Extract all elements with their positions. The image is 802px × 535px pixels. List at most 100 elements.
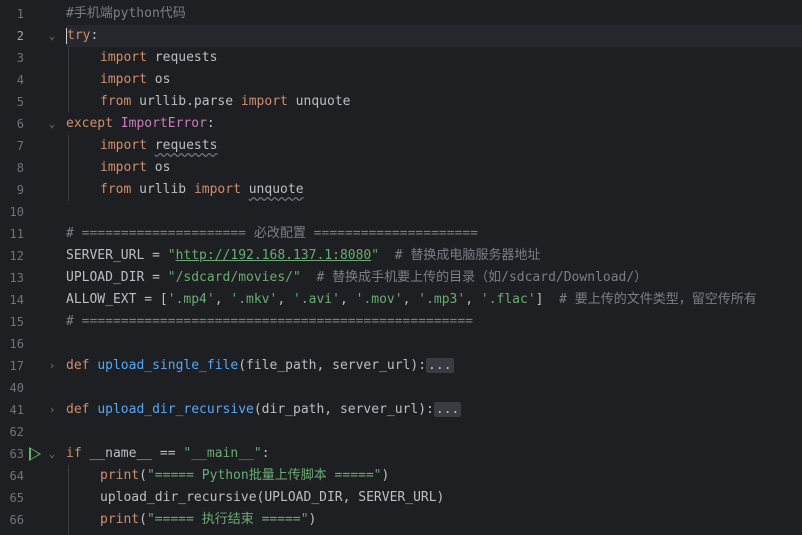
string: '.mp3' bbox=[418, 292, 466, 307]
line-number[interactable]: 12 bbox=[0, 245, 24, 267]
gutter-row: 40 bbox=[0, 377, 66, 399]
line-number[interactable]: 4 bbox=[0, 69, 24, 91]
code-line-9[interactable]: from urllib import unquote bbox=[100, 179, 304, 201]
line-number[interactable]: 14 bbox=[0, 289, 24, 311]
module-name: requests bbox=[146, 50, 218, 65]
gutter-row: 11 bbox=[0, 223, 66, 245]
gutter-row: 17 › bbox=[0, 355, 66, 377]
keyword: try bbox=[67, 28, 91, 43]
line-number[interactable]: 10 bbox=[0, 201, 24, 223]
line-number[interactable]: 1 bbox=[0, 3, 24, 25]
code-line-11[interactable]: # ===================== 必改配置 ===========… bbox=[66, 223, 478, 245]
line-number[interactable]: 7 bbox=[0, 135, 24, 157]
code-line-14[interactable]: ALLOW_EXT = ['.mp4', '.mkv', '.avi', '.m… bbox=[66, 289, 757, 311]
chevron-right-icon[interactable]: › bbox=[46, 355, 58, 377]
function-name: upload_single_file bbox=[97, 358, 239, 373]
line-number[interactable]: 8 bbox=[0, 157, 24, 179]
string: '.mp4' bbox=[167, 292, 215, 307]
gutter-row: 1 bbox=[0, 3, 66, 25]
chevron-down-icon[interactable]: ⌄ bbox=[46, 113, 58, 135]
code-line-12[interactable]: SERVER_URL = "http://192.168.137.1:8080"… bbox=[66, 245, 540, 267]
code-line-13[interactable]: UPLOAD_DIR = "/sdcard/movies/" # 替换成手机要上… bbox=[66, 267, 647, 289]
comment: #手机端python代码 bbox=[66, 6, 186, 21]
code-line-17[interactable]: def upload_single_file(file_path, server… bbox=[66, 355, 454, 377]
code-line-15[interactable]: # ======================================… bbox=[66, 311, 473, 333]
string: '.avi' bbox=[293, 292, 340, 307]
keyword: except bbox=[66, 116, 113, 131]
code-line-3[interactable]: import requests bbox=[100, 47, 217, 69]
line-number[interactable]: 16 bbox=[0, 333, 24, 355]
gutter-row: 64 bbox=[0, 465, 66, 487]
keyword: import bbox=[240, 94, 288, 109]
separator: , bbox=[339, 292, 356, 307]
code-line-1[interactable]: #手机端python代码 bbox=[66, 3, 186, 25]
line-number[interactable]: 62 bbox=[0, 421, 24, 443]
chevron-down-icon[interactable]: ⌄ bbox=[46, 443, 58, 465]
run-triangle-icon[interactable] bbox=[29, 447, 41, 461]
string: "===== 执行结束 =====" bbox=[146, 512, 309, 527]
chevron-right-icon[interactable]: › bbox=[46, 399, 58, 421]
code-line-41[interactable]: def upload_dir_recursive(dir_path, serve… bbox=[66, 399, 462, 421]
code-line-8[interactable]: import os bbox=[100, 157, 170, 179]
line-number[interactable]: 6 bbox=[0, 113, 24, 135]
comment: # 替换成手机要上传的目录（如/sdcard/Download/） bbox=[300, 270, 648, 285]
code-line-4[interactable]: import os bbox=[100, 69, 170, 91]
gutter-row: 62 bbox=[0, 421, 66, 443]
gutter: 1 2 ⌄ 3 4 5 6 ⌄ 7 8 9 10 11 12 13 14 15 16 17 › 40 41 › 62 63 ⌄ 64… bbox=[0, 0, 66, 535]
comment: # ===================== 必改配置 ===========… bbox=[66, 226, 479, 241]
chevron-down-icon[interactable]: ⌄ bbox=[46, 25, 58, 47]
gutter-row: 3 bbox=[0, 47, 66, 69]
function-args: (dir_path, server_url): bbox=[253, 402, 434, 417]
keyword: import bbox=[100, 50, 147, 65]
folded-code-placeholder[interactable]: ... bbox=[426, 358, 454, 373]
gutter-row: 7 bbox=[0, 135, 66, 157]
string: "/sdcard/movies/" bbox=[167, 270, 301, 285]
code-line-7[interactable]: import requests bbox=[100, 135, 217, 157]
gutter-row: 15 bbox=[0, 311, 66, 333]
code-line-63[interactable]: if __name__ == "__main__": bbox=[66, 443, 270, 465]
comment: # 要上传的文件类型，留空传所有 bbox=[543, 292, 757, 307]
module-name: urllib bbox=[131, 182, 194, 197]
line-number[interactable]: 9 bbox=[0, 179, 24, 201]
line-number[interactable]: 11 bbox=[0, 223, 24, 245]
line-number[interactable]: 41 bbox=[0, 399, 24, 421]
line-number[interactable]: 13 bbox=[0, 267, 24, 289]
separator: , bbox=[214, 292, 231, 307]
function-call: upload_dir_recursive(UPLOAD_DIR, SERVER_… bbox=[100, 490, 445, 505]
code-line-6[interactable]: except ImportError: bbox=[66, 113, 215, 135]
code-line-65[interactable]: upload_dir_recursive(UPLOAD_DIR, SERVER_… bbox=[100, 487, 444, 509]
line-number[interactable]: 63 bbox=[0, 443, 24, 465]
code-editor[interactable]: 1 2 ⌄ 3 4 5 6 ⌄ 7 8 9 10 11 12 13 14 15 16 17 › 40 41 › 62 63 ⌄ 64… bbox=[0, 0, 802, 535]
line-number[interactable]: 15 bbox=[0, 311, 24, 333]
string: "===== Python批量上传脚本 =====" bbox=[146, 468, 382, 483]
line-number[interactable]: 3 bbox=[0, 47, 24, 69]
module-name-warning[interactable]: requests bbox=[155, 138, 218, 153]
line-number[interactable]: 17 bbox=[0, 355, 24, 377]
line-number[interactable]: 40 bbox=[0, 377, 24, 399]
module-name: os bbox=[146, 72, 171, 87]
line-number[interactable]: 2 bbox=[0, 25, 24, 47]
paren: ( bbox=[139, 468, 147, 483]
code-line-2[interactable]: try: bbox=[66, 25, 98, 47]
separator: , bbox=[277, 292, 293, 307]
gutter-row: 16 bbox=[0, 333, 66, 355]
gutter-row: 63 ⌄ bbox=[0, 443, 66, 465]
line-number[interactable]: 66 bbox=[0, 509, 24, 531]
code-line-64[interactable]: print("===== Python批量上传脚本 =====") bbox=[100, 465, 389, 487]
import-name: unquote bbox=[287, 94, 351, 109]
code-line-66[interactable]: print("===== 执行结束 =====") bbox=[100, 509, 316, 531]
module-name: urllib.parse bbox=[131, 94, 241, 109]
folded-code-placeholder[interactable]: ... bbox=[433, 402, 462, 417]
line-number[interactable]: 5 bbox=[0, 91, 24, 113]
keyword: def bbox=[66, 402, 90, 417]
string: '.flac' bbox=[480, 292, 536, 307]
line-number[interactable]: 64 bbox=[0, 465, 24, 487]
code-area[interactable]: #手机端python代码 try: import requests import… bbox=[66, 0, 802, 535]
line-number[interactable]: 65 bbox=[0, 487, 24, 509]
string: "__main__" bbox=[183, 446, 262, 461]
url-link[interactable]: http://192.168.137.1:8080 bbox=[176, 248, 372, 263]
code-line-5[interactable]: from urllib.parse import unquote bbox=[100, 91, 350, 113]
import-name-warning[interactable]: unquote bbox=[249, 182, 304, 197]
comment: # 替换成电脑服务器地址 bbox=[379, 248, 541, 263]
